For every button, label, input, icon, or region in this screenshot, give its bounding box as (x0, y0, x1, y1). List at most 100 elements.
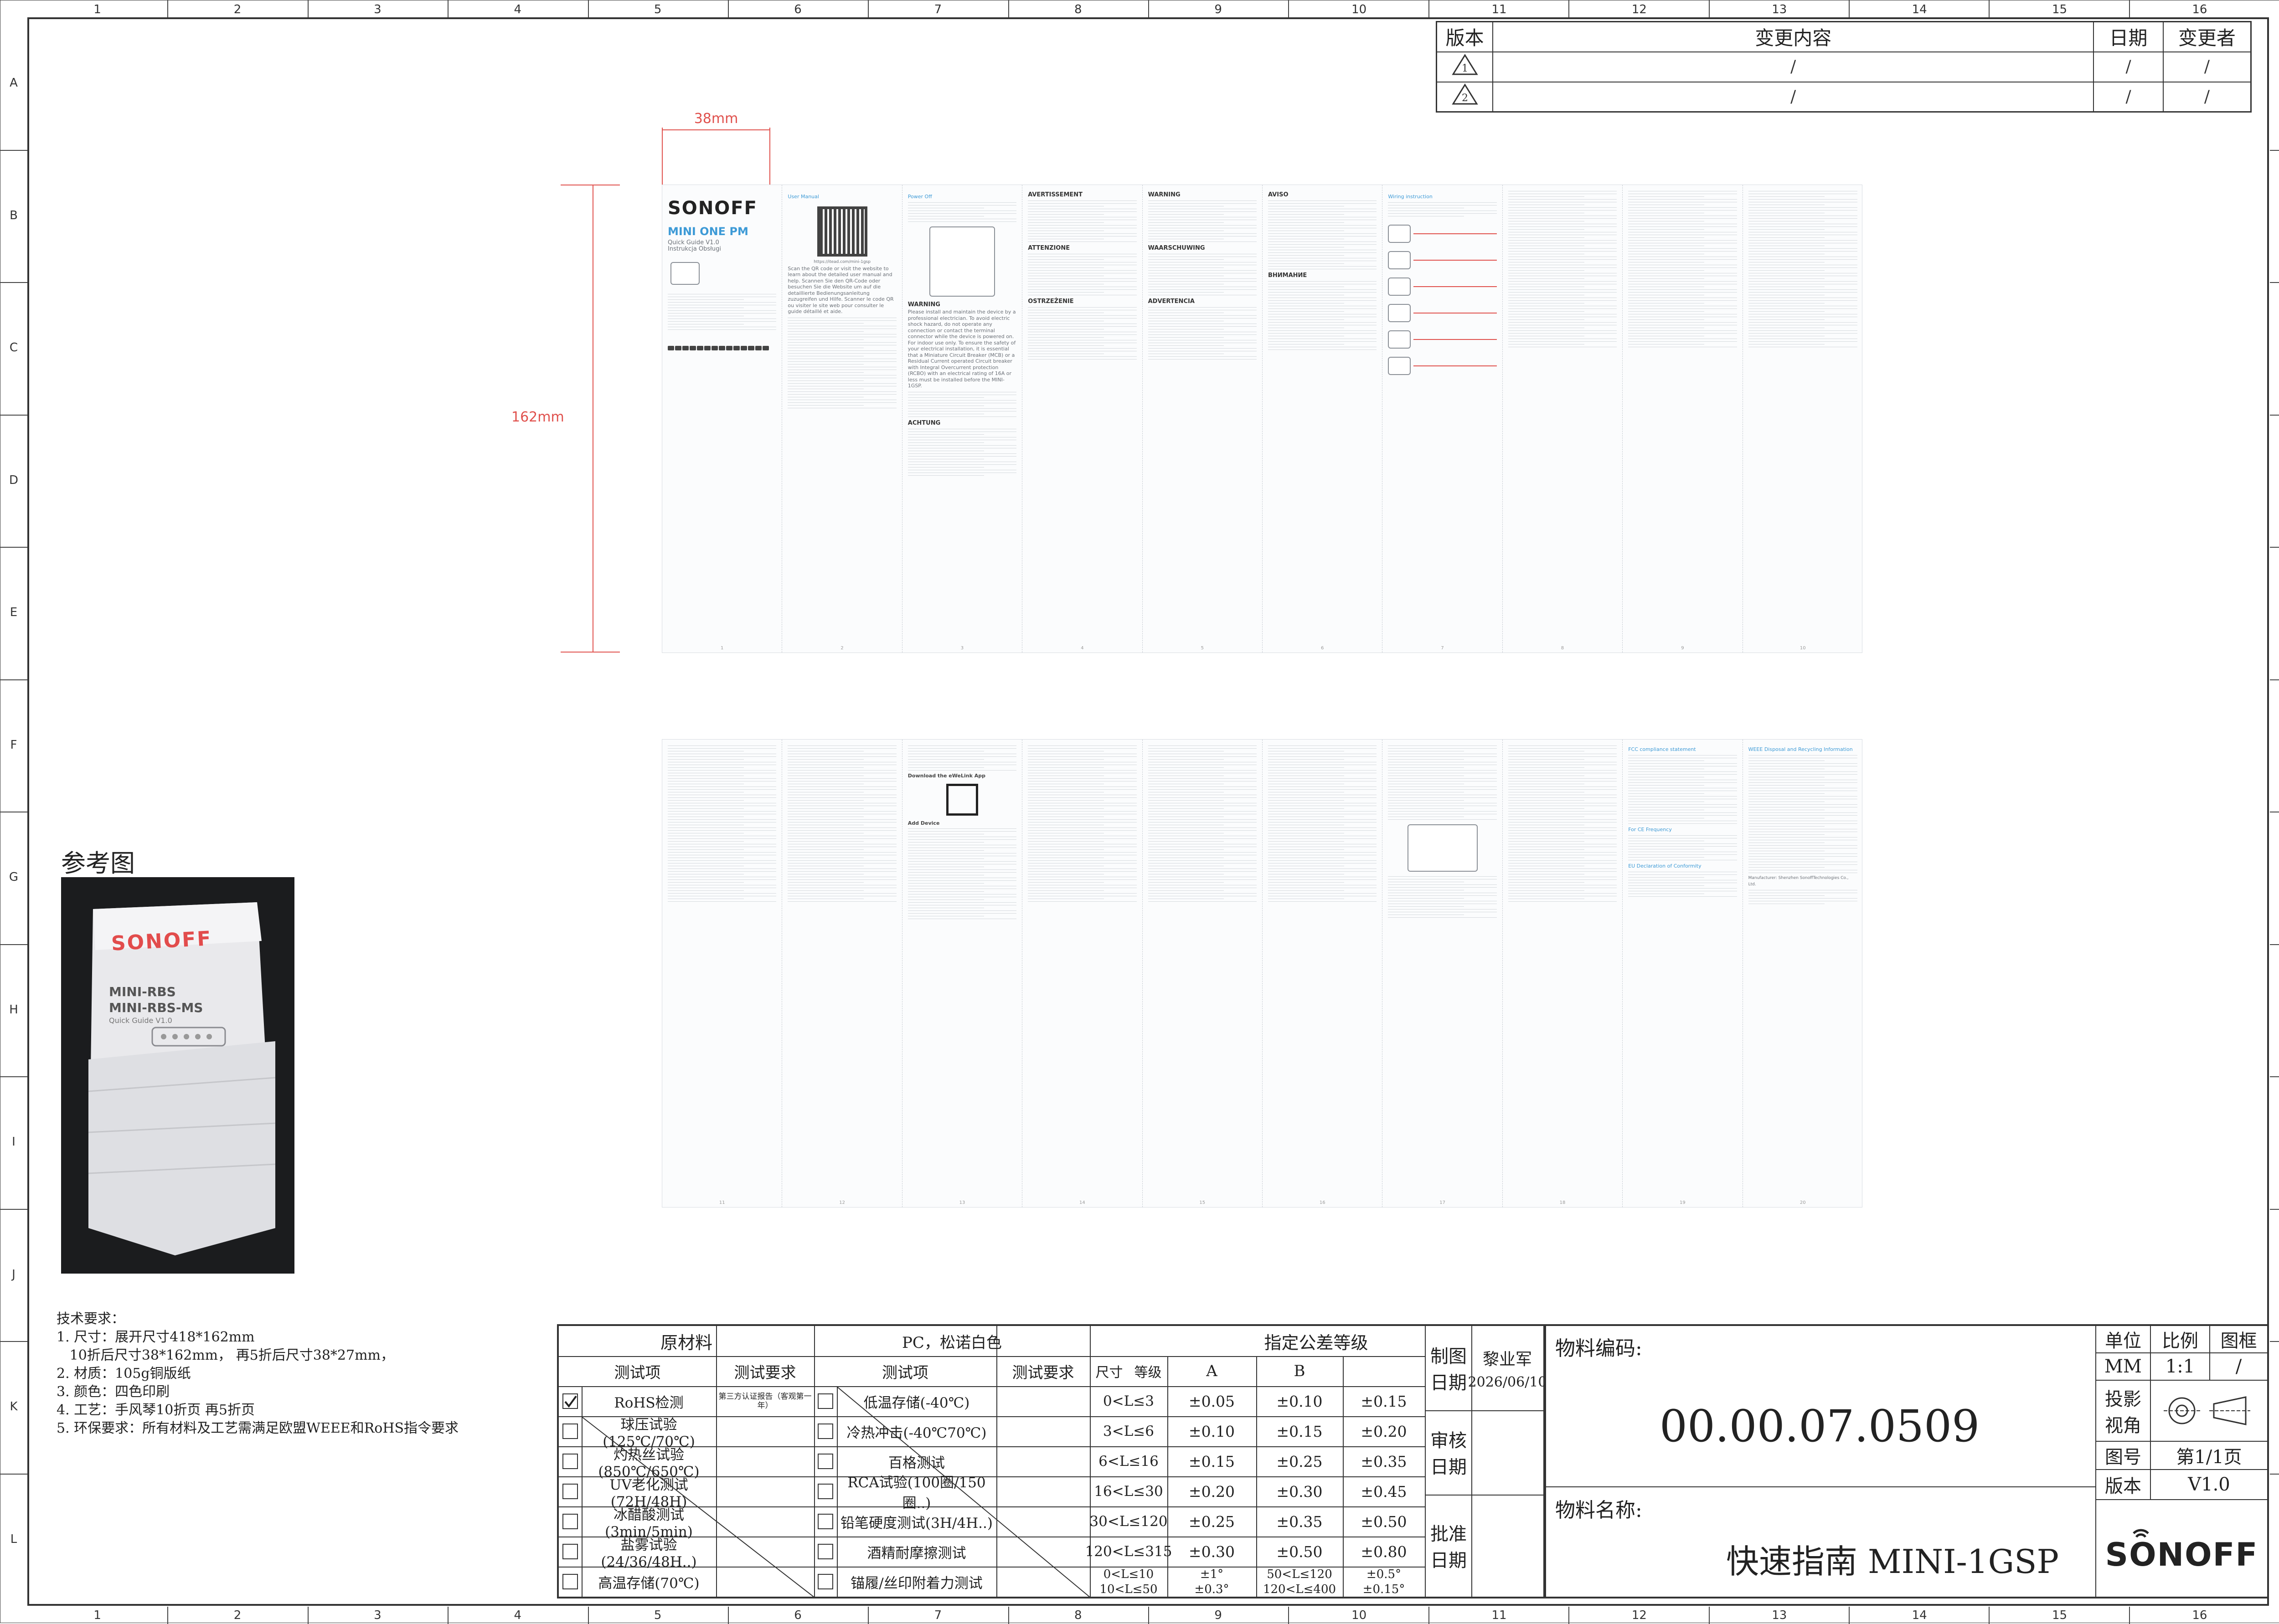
text-line-placeholder (668, 901, 777, 902)
zone-tick-bottom (1008, 1607, 1009, 1624)
test-checkbox[interactable] (818, 1544, 833, 1559)
text-line-placeholder (1268, 214, 1344, 215)
text-line-placeholder (907, 861, 1017, 862)
text-line-placeholder (1508, 251, 1617, 252)
text-line-placeholder (1148, 200, 1257, 201)
zone-letter-left: F (10, 738, 17, 752)
test-checkbox[interactable] (818, 1454, 833, 1469)
text-line-placeholder (1748, 898, 1857, 899)
text-line-placeholder (1508, 893, 1617, 894)
test-requirement (716, 1537, 814, 1567)
text-line-placeholder (788, 745, 897, 746)
model-badge-icon (675, 346, 681, 350)
text-line-placeholder (1148, 337, 1224, 338)
text-line-placeholder (1268, 811, 1377, 812)
test-checkbox[interactable] (818, 1424, 833, 1439)
device-icon (1388, 304, 1411, 322)
text-line-placeholder (1148, 800, 1224, 801)
guide-page-number: 2 (840, 646, 844, 651)
draw-date: 2026/06/10 (1468, 1374, 1547, 1390)
guide-bottom-column: 11 (662, 740, 783, 1207)
test-checkbox[interactable] (562, 1393, 578, 1409)
rev-row-1-content: / (1492, 51, 2094, 82)
guide-bottom-column: Download the eWeLink App Add Device 13 (902, 740, 1023, 1207)
signature-area: 制图 日期 黎业军 2026/06/10 审核 日期 批准 日期 (1425, 1326, 1547, 1597)
text-line-placeholder (1628, 782, 1737, 783)
text-line-placeholder (1748, 308, 1857, 309)
text-line-placeholder (1028, 852, 1137, 853)
text-line-placeholder (1388, 748, 1497, 749)
zone-tick-left (0, 282, 27, 283)
text-line-placeholder (1148, 289, 1257, 290)
text-line-placeholder (1508, 879, 1617, 880)
test-req-header-2: 测试要求 (1012, 1363, 1074, 1382)
test-name: 酒精耐摩擦测试 (867, 1545, 966, 1562)
eu-declaration-heading: EU Declaration of Conformity (1628, 863, 1702, 869)
wiring-diagram-row (1388, 278, 1497, 296)
avertissement-heading: AVERTISSEMENT (1028, 191, 1083, 198)
text-line-placeholder (1268, 786, 1377, 787)
text-line-placeholder (1148, 770, 1257, 771)
text-line-placeholder (1628, 281, 1737, 282)
tolerance-a: ±0.10 (1188, 1422, 1235, 1440)
signature-date-label: 日期 (1430, 1457, 1467, 1478)
zone-tick-top (868, 0, 869, 17)
test-checkbox[interactable] (562, 1514, 578, 1529)
text-line-placeholder (1148, 890, 1224, 891)
signature-date-label: 日期 (1430, 1372, 1467, 1394)
text-line-placeholder (1268, 827, 1377, 828)
zone-letter-left: H (9, 1002, 18, 1017)
text-line-placeholder (1268, 341, 1377, 342)
text-line-placeholder (1028, 756, 1137, 757)
text-line-placeholder (788, 871, 897, 872)
text-line-placeholder (1628, 815, 1737, 816)
test-checkbox[interactable] (562, 1424, 578, 1439)
guide-top-column: Wiring instruction 7 (1382, 185, 1503, 653)
text-line-placeholder (1148, 307, 1257, 308)
test-name: RoHS检测 (614, 1394, 684, 1411)
test-checkbox[interactable] (818, 1393, 833, 1409)
achtung-heading: ACHTUNG (907, 419, 941, 427)
part-name-value: 快速指南 MINI-1GSP (1726, 1542, 2059, 1581)
test-checkbox[interactable] (562, 1574, 578, 1589)
test-checkbox[interactable] (562, 1484, 578, 1499)
tech-requirement-item: 4. 工艺：手风琴10折页 再5折页 (57, 1402, 255, 1418)
text-line-placeholder (668, 800, 744, 801)
wiring-diagram-row (1388, 304, 1497, 322)
zone-number-bottom: 10 (1351, 1609, 1367, 1622)
test-checkbox[interactable] (818, 1574, 833, 1589)
guide-product-name: MINI ONE PM (668, 225, 748, 238)
guide-top-column: 8 (1503, 185, 1623, 653)
text-line-placeholder (1388, 789, 1497, 790)
text-line-placeholder (1388, 786, 1497, 787)
zone-letter-right: D (2277, 473, 2279, 487)
test-checkbox[interactable] (818, 1514, 833, 1529)
text-line-placeholder (1268, 879, 1377, 880)
text-line-placeholder (1148, 267, 1224, 268)
text-line-placeholder (1508, 871, 1617, 872)
zone-tick-left (0, 1076, 27, 1077)
guide-bottom-column: WEEE Disposal and Recycling Information M… (1743, 740, 1862, 1207)
signature-role: 审核 (1430, 1430, 1467, 1452)
zone-tick-top (727, 0, 729, 17)
text-line-placeholder (788, 789, 897, 790)
test-checkbox[interactable] (562, 1544, 578, 1559)
text-line-placeholder (668, 879, 777, 880)
tolerance-size: 30<L≤120 (1089, 1513, 1168, 1530)
switch-diagram-icon (929, 226, 995, 297)
text-line-placeholder (1628, 311, 1705, 312)
zone-tick-bottom (448, 1607, 449, 1624)
text-line-placeholder (668, 778, 777, 779)
text-line-placeholder (1148, 315, 1257, 316)
text-line-placeholder (907, 756, 1017, 757)
text-line-placeholder (1508, 229, 1584, 230)
tolerance-size: 3<L≤6 (1103, 1423, 1154, 1439)
test-checkbox[interactable] (818, 1484, 833, 1499)
zone-number-top: 8 (1074, 3, 1082, 16)
text-line-placeholder (1028, 890, 1104, 891)
zone-letter-left: K (10, 1400, 18, 1414)
text-line-placeholder (1628, 251, 1737, 252)
text-line-placeholder (907, 464, 1017, 465)
text-line-placeholder (1148, 830, 1257, 831)
test-checkbox[interactable] (562, 1454, 578, 1469)
